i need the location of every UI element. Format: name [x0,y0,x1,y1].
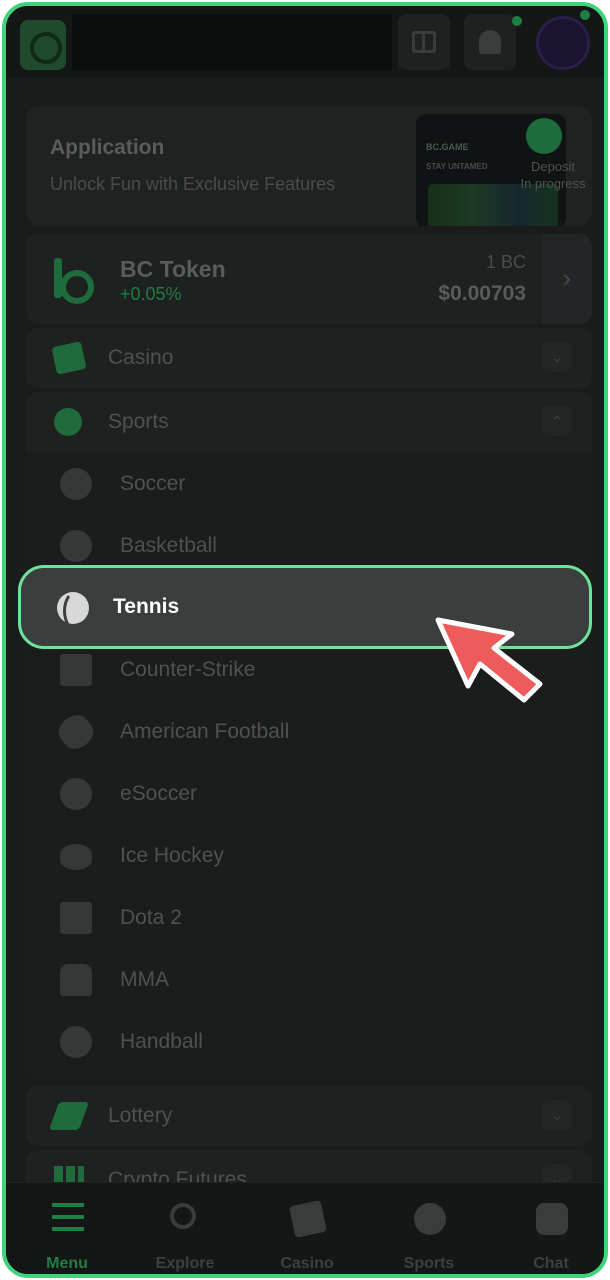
top-bar-spacer [72,14,392,70]
bc-logo-icon[interactable] [20,20,66,70]
chevron-down-icon[interactable]: ⌄ [542,1100,572,1130]
list-item-american-football[interactable]: American Football [53,709,560,755]
token-name: BC Token [120,256,226,282]
deposit-icon [526,118,562,154]
list-item-label: Handball [120,1030,203,1053]
nav-explore[interactable]: Explore [130,1183,240,1274]
bottom-nav: Menu Explore Casino Sports Chat [6,1182,604,1274]
notifications-button[interactable] [464,14,516,70]
app-image-brand: BC.GAME [426,142,469,152]
list-item-label: Tennis [113,595,180,618]
list-item-mma[interactable]: MMA [60,960,560,1000]
menu-icon [52,1203,84,1235]
football-icon [53,709,99,755]
list-item-label: eSoccer [120,782,198,805]
app-banner-subtitle: Unlock Fun with Exclusive Features [50,174,336,194]
chat-icon [536,1203,568,1235]
list-item-ice-hockey[interactable]: Ice Hockey [60,836,560,876]
nav-menu[interactable]: Menu [12,1183,122,1274]
gamepad-ball-icon [60,778,92,810]
soldier-icon [60,654,92,686]
avatar[interactable] [536,16,590,70]
section-sports-label: Sports [108,410,169,433]
list-item-label: Soccer [120,472,186,495]
soccer-ball-icon [60,468,92,500]
list-item-label: Ice Hockey [120,844,224,867]
section-casino-label: Casino [108,346,174,369]
bc-token-icon [54,258,94,304]
gift-icon [412,31,436,53]
nav-chat[interactable]: Chat [496,1183,604,1274]
deposit-status: Deposit In progress [520,159,586,191]
list-item-handball[interactable]: Handball [60,1022,560,1062]
nav-casino-label: Casino [280,1255,334,1272]
chevron-up-icon[interactable]: ⌃ [542,406,572,436]
nav-sports[interactable]: Sports [374,1183,484,1274]
sports-list: Soccer Basketball Counter-Strike America… [26,452,592,1082]
notification-dot [512,16,522,26]
basketball-icon [414,1203,446,1235]
section-lottery[interactable]: Lottery ⌄ [26,1086,592,1146]
list-item-label: American Football [120,720,290,743]
bell-icon [479,30,501,54]
section-casino[interactable]: Casino ⌄ [26,328,592,388]
handball-icon [60,1026,92,1058]
hockey-puck-icon [60,844,92,870]
cards-icon [289,1200,327,1238]
search-icon [170,1203,196,1229]
list-item-label: MMA [120,968,169,991]
basketball-icon [60,530,92,562]
list-item-label: Counter-Strike [120,658,256,681]
ticket-icon [48,1102,90,1130]
gift-button[interactable] [398,14,450,70]
token-unit: 1 BC [485,252,526,272]
nav-explore-label: Explore [155,1255,215,1272]
chevron-down-icon[interactable]: ⌄ [542,342,572,372]
list-item-basketball[interactable]: Basketball [60,526,560,566]
fist-icon [60,964,92,996]
nav-menu-label: Menu [46,1255,88,1272]
cards-icon [51,341,87,375]
list-item-label: Basketball [120,534,217,557]
app-image-tagline: STAY UNTAMED [426,162,488,171]
online-dot [580,10,590,20]
nav-casino[interactable]: Casino [252,1183,362,1274]
bc-token-card[interactable]: BC Token +0.05% 1 BC $0.00703 › [26,234,592,324]
app-banner-title: Application [50,136,165,159]
token-change: +0.05% [120,284,182,304]
list-item-soccer[interactable]: Soccer [60,464,560,504]
list-item-esoccer[interactable]: eSoccer [60,774,560,814]
basketball-icon [54,408,82,436]
tennis-ball-icon [57,590,89,632]
list-item-dota-2[interactable]: Dota 2 [60,898,560,938]
top-bar [6,6,604,78]
token-price: $0.00703 [438,282,526,305]
list-item-label: Dota 2 [120,906,182,929]
cursor-arrow-icon [435,617,543,703]
nav-chat-label: Chat [533,1255,569,1272]
nav-sports-label: Sports [403,1255,455,1272]
app-banner[interactable]: Application Unlock Fun with Exclusive Fe… [26,106,592,226]
dota-icon [60,902,92,934]
section-lottery-label: Lottery [108,1104,173,1127]
chevron-right-icon[interactable]: › [542,234,592,324]
section-sports[interactable]: Sports ⌃ [26,392,592,452]
